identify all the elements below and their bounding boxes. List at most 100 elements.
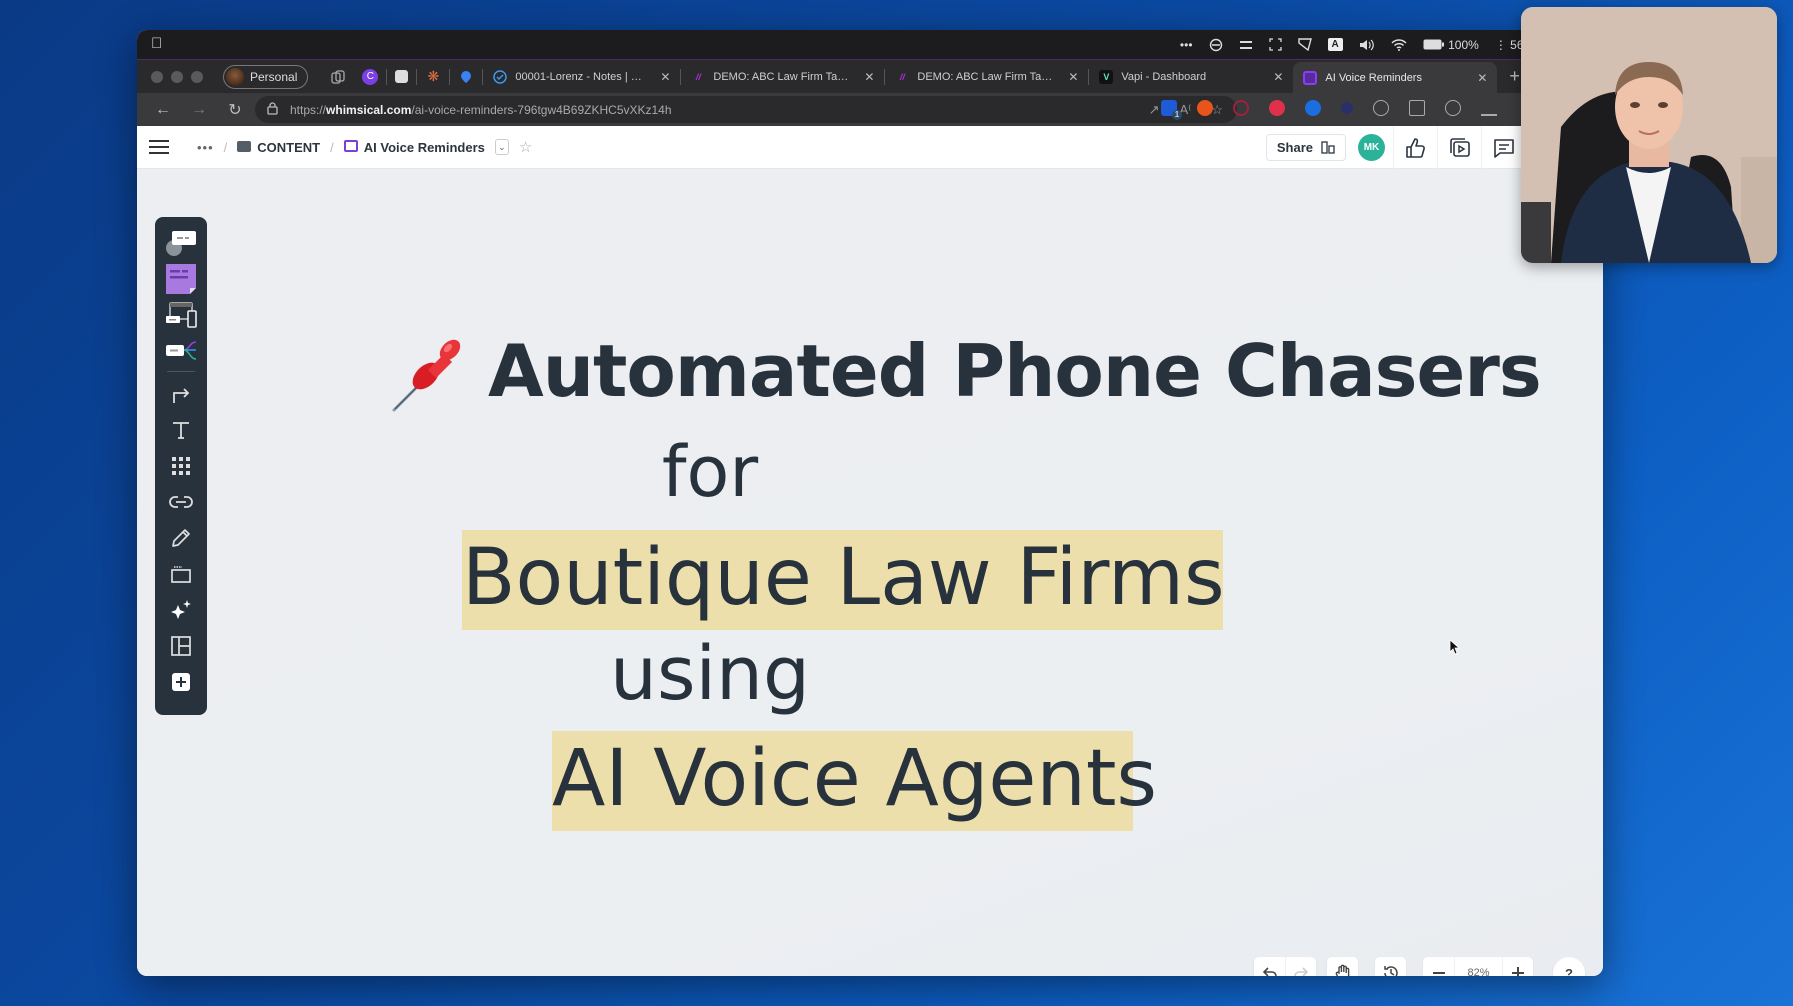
tab-title: 00001-Lorenz - Notes | Clio [515, 70, 647, 83]
forward-button[interactable]: → [189, 101, 209, 119]
back-button[interactable]: ← [153, 101, 173, 119]
avatar[interactable]: MK [1358, 134, 1385, 161]
help-button[interactable]: ? [1553, 957, 1585, 976]
tool-connector[interactable] [159, 376, 203, 412]
open-in-app-icon[interactable]: ↗ [1149, 102, 1160, 118]
undo-button[interactable] [1254, 957, 1285, 976]
apple-menu-icon[interactable]:  [151, 35, 162, 52]
share-layout-icon [1321, 141, 1335, 154]
close-tab-icon[interactable]: ✕ [1068, 70, 1078, 84]
wireframe-icon [166, 302, 197, 328]
browser-tab-bar: Personal C ❋ 00001-Lorenz - Notes | Clio… [137, 59, 1603, 94]
title-line-2[interactable]: for [137, 431, 1443, 513]
downloads-icon[interactable] [1481, 100, 1497, 116]
volume-icon[interactable] [1359, 39, 1375, 51]
tool-wireframe[interactable] [159, 297, 203, 333]
breadcrumb: ••• / CONTENT / AI Voice Reminders ⌄ ☆ [197, 138, 532, 156]
breadcrumb-separator: / [330, 139, 334, 155]
title-line-3[interactable]: Boutique Law Firms [462, 533, 1225, 623]
bookmark-icon[interactable] [1297, 38, 1312, 51]
undo-redo-group [1254, 957, 1316, 976]
split-screen-icon[interactable] [1409, 100, 1425, 116]
tool-sticky-note[interactable] [159, 261, 203, 297]
header-actions: Share MK [1265, 126, 1525, 169]
close-tab-icon[interactable]: ✕ [864, 70, 874, 84]
hamburger-menu-icon[interactable] [149, 136, 169, 158]
record-extension-icon[interactable] [1233, 100, 1249, 116]
sticky-note-icon [166, 264, 196, 294]
tool-pencil[interactable] [159, 520, 203, 556]
board-canvas[interactable]: Automated Phone Chasers for Boutique Law… [137, 169, 1603, 976]
add-extension-icon[interactable] [1197, 100, 1213, 116]
comments-button[interactable] [1481, 126, 1525, 169]
lock-icon[interactable] [267, 101, 278, 118]
tab-separator [416, 68, 418, 85]
tab-ai-voice-reminders[interactable]: AI Voice Reminders ✕ [1293, 61, 1498, 94]
tab-clio[interactable]: 00001-Lorenz - Notes | Clio ✕ [483, 62, 680, 92]
toggle-extension-icon[interactable] [1269, 100, 1285, 116]
pan-control [1327, 957, 1358, 976]
vapi-icon: V [1099, 69, 1114, 84]
help-control: ? [1553, 957, 1585, 976]
tool-frame[interactable] [159, 556, 203, 592]
fullscreen-icon[interactable] [1268, 38, 1282, 51]
version-history-button[interactable] [1375, 957, 1406, 976]
title-line-4[interactable]: using [137, 631, 1443, 717]
redo-button[interactable] [1285, 957, 1316, 976]
pinned-tab-c-icon[interactable]: C [362, 68, 379, 85]
maximize-window-button[interactable] [191, 70, 203, 83]
zoom-level[interactable]: 82% [1454, 957, 1502, 976]
breadcrumb-board[interactable]: AI Voice Reminders [343, 139, 485, 155]
share-button[interactable]: Share [1265, 134, 1346, 161]
history-icon[interactable] [1445, 100, 1461, 116]
close-tab-icon[interactable]: ✕ [1477, 71, 1487, 85]
focus-icon[interactable] [1209, 38, 1223, 52]
redo-icon [1294, 967, 1308, 976]
zoom-in-button[interactable] [1502, 957, 1533, 976]
extensions-puzzle-icon[interactable] [1373, 100, 1389, 116]
reload-button[interactable]: ↻ [225, 100, 245, 120]
workspaces-icon[interactable] [330, 69, 346, 85]
wifi-icon[interactable] [1391, 38, 1407, 51]
zoom-out-button[interactable] [1423, 957, 1454, 976]
title-line-1-text: Automated Phone Chasers [488, 329, 1542, 413]
like-button[interactable] [1393, 126, 1437, 169]
whimsical-icon [1303, 70, 1318, 85]
profile-avatar [226, 67, 244, 86]
presentation-play-icon [1449, 137, 1470, 157]
pinned-tab-map-icon[interactable] [458, 69, 474, 85]
bot-extension-icon[interactable] [1341, 102, 1353, 114]
url-field[interactable]: https://whimsical.com/ai-voice-reminders… [255, 96, 1237, 123]
pinned-tab-claude-icon[interactable]: ❋ [425, 68, 441, 85]
tab-vapi[interactable]: V Vapi - Dashboard ✕ [1089, 62, 1293, 92]
battery-icon[interactable]: 100% [1423, 38, 1479, 52]
card-icon [166, 231, 196, 256]
input-source-icon[interactable]: A [1327, 38, 1343, 51]
close-window-button[interactable] [151, 70, 163, 83]
control-icon[interactable] [1239, 39, 1253, 51]
more-icon[interactable]: ••• [1180, 38, 1193, 52]
tab-make-demo-2[interactable]: // DEMO: ABC Law Firm Task Rem ✕ [885, 62, 1088, 92]
tab-make-demo-1[interactable]: // DEMO: ABC Law Firm Task Rem ✕ [681, 62, 884, 92]
new-tab-button[interactable]: + [1509, 66, 1520, 87]
tool-card[interactable] [159, 225, 203, 261]
breadcrumb-folder[interactable]: CONTENT [237, 140, 320, 155]
breadcrumb-folder-label: CONTENT [257, 139, 321, 155]
present-button[interactable] [1437, 126, 1481, 169]
close-tab-icon[interactable]: ✕ [660, 70, 670, 84]
profile-button[interactable]: Personal [223, 64, 309, 89]
title-line-5[interactable]: AI Voice Agents [552, 734, 1157, 824]
chevron-down-icon[interactable]: ⌄ [494, 139, 509, 155]
minimize-window-button[interactable] [171, 70, 183, 83]
tool-mindmap[interactable] [159, 333, 203, 369]
hand-tool-button[interactable] [1327, 957, 1358, 976]
pinned-tab-openai-icon[interactable] [395, 70, 409, 83]
star-icon[interactable]: ☆ [519, 138, 532, 156]
bitwarden-extension-icon[interactable]: 1 [1161, 100, 1182, 120]
blue-extension-icon[interactable] [1305, 100, 1321, 116]
tool-ai[interactable] [159, 592, 203, 628]
title-line-1[interactable]: Automated Phone Chasers [386, 326, 1542, 416]
close-tab-icon[interactable]: ✕ [1273, 70, 1283, 84]
breadcrumb-more[interactable]: ••• [197, 140, 214, 155]
pinned-tabs: C ❋ [322, 68, 484, 85]
